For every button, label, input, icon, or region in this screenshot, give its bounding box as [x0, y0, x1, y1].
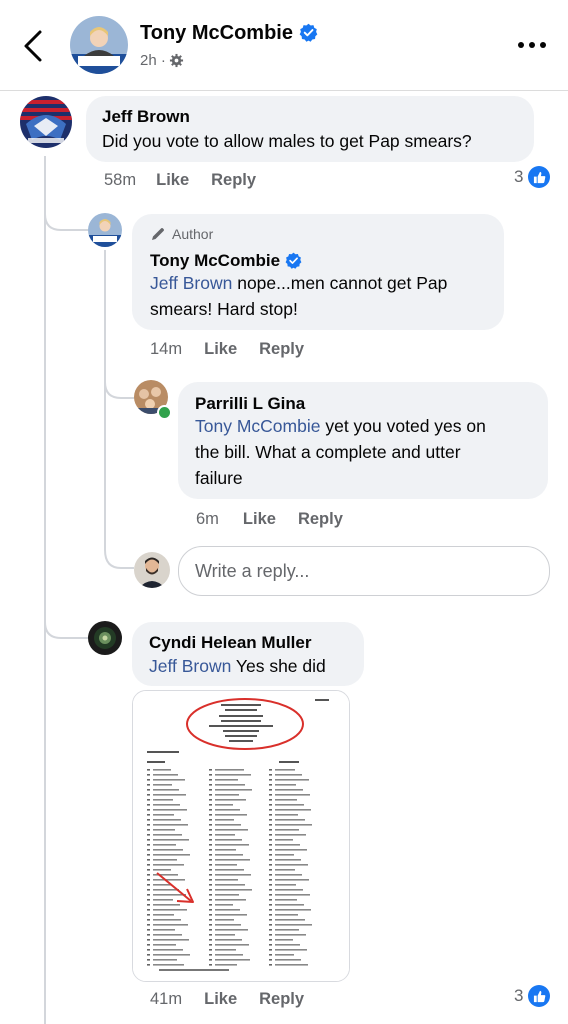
- mention-link[interactable]: Jeff Brown: [149, 656, 231, 676]
- author-name[interactable]: Tony McCombie: [140, 22, 318, 45]
- tony-mccombie-actions: 14m Like Reply: [150, 340, 326, 359]
- reaction-count: 3: [514, 986, 524, 1005]
- commenter-name[interactable]: Jeff Brown: [102, 107, 190, 127]
- comment-text-line2: smears! Hard stop!: [150, 299, 298, 319]
- author-name-text[interactable]: Tony McCombie: [140, 22, 293, 44]
- commenter-name[interactable]: Parrilli L Gina: [195, 394, 305, 414]
- jeff-brown-actions: 58m Like Reply: [104, 171, 278, 190]
- pencil-icon: [152, 228, 164, 240]
- comment-text-line1: yet you voted yes on: [320, 416, 486, 436]
- thread-connector-replybox: [104, 540, 134, 569]
- cyndi-muller-comment-bubble[interactable]: Cyndi Helean Muller Jeff Brown Yes she d…: [132, 622, 364, 686]
- comment-text: Tony McCombie yet you voted yes on the b…: [195, 413, 486, 491]
- cyndi-muller-reactions[interactable]: 3: [514, 985, 551, 1007]
- mention-link[interactable]: Jeff Brown: [150, 273, 232, 293]
- comment-text: Jeff Brown nope...men cannot get Pap sme…: [150, 270, 447, 322]
- cyndi-muller-actions: 41m Like Reply: [150, 990, 326, 1009]
- cyndi-muller-avatar[interactable]: [88, 621, 122, 655]
- reply-input[interactable]: Write a reply...: [178, 546, 550, 596]
- jeff-brown-comment-bubble[interactable]: Jeff Brown Did you vote to allow males t…: [86, 96, 534, 162]
- thread-connector-cyndi: [44, 608, 88, 639]
- author-badge-label: Author: [172, 226, 214, 242]
- commenter-name[interactable]: Tony McCombie: [150, 251, 302, 271]
- comment-time[interactable]: 6m: [196, 510, 219, 529]
- tony-mccombie-avatar[interactable]: [88, 213, 122, 247]
- parrilli-gina-actions: 6m Like Reply: [196, 510, 365, 529]
- verified-badge-icon: [299, 23, 317, 42]
- commenter-name[interactable]: Cyndi Helean Muller: [149, 633, 311, 653]
- tony-mccombie-comment-bubble[interactable]: Author Tony McCombie Jeff Brown nope...m…: [132, 214, 504, 330]
- reply-button[interactable]: Reply: [259, 990, 304, 1009]
- post-meta: 2h ·: [140, 52, 184, 69]
- reply-button[interactable]: Reply: [298, 510, 343, 529]
- post-time: 2h ·: [140, 52, 166, 69]
- comment-text: Did you vote to allow males to get Pap s…: [102, 131, 472, 151]
- attached-document-image[interactable]: [132, 690, 350, 982]
- comment-text-line1: nope...men cannot get Pap: [232, 273, 448, 293]
- like-button[interactable]: Like: [156, 171, 189, 190]
- parrilli-gina-comment-bubble[interactable]: Parrilli L Gina Tony McCombie yet you vo…: [178, 382, 548, 499]
- like-reaction-icon: [528, 166, 551, 188]
- jeff-brown-reactions[interactable]: 3: [514, 166, 551, 188]
- comment-text: Jeff Brown Yes she did: [149, 653, 326, 679]
- thread-connector-gina: [104, 372, 136, 399]
- like-reaction-icon: [528, 985, 551, 1007]
- more-dots-icon[interactable]: [512, 34, 552, 56]
- like-button[interactable]: Like: [243, 510, 276, 529]
- verified-badge-icon: [285, 252, 302, 269]
- commenter-name-text[interactable]: Tony McCombie: [150, 251, 280, 270]
- like-button[interactable]: Like: [204, 990, 237, 1009]
- thread-connector-tony: [44, 200, 88, 231]
- header-divider: [0, 90, 568, 91]
- comment-time[interactable]: 58m: [104, 171, 136, 190]
- gear-icon: [169, 53, 183, 68]
- comment-text-line2: the bill. What a complete and utter: [195, 442, 461, 462]
- chevron-left-icon[interactable]: [16, 26, 52, 66]
- reply-input-placeholder[interactable]: Write a reply...: [195, 561, 309, 582]
- author-badge: Author: [150, 226, 213, 242]
- jeff-brown-avatar[interactable]: [20, 96, 72, 148]
- mention-link[interactable]: Tony McCombie: [195, 416, 320, 436]
- current-user-avatar: [134, 552, 170, 588]
- author-avatar[interactable]: [70, 16, 128, 74]
- reply-button[interactable]: Reply: [259, 340, 304, 359]
- like-button[interactable]: Like: [204, 340, 237, 359]
- online-status-icon: [157, 405, 172, 420]
- comment-text-line3: failure: [195, 468, 243, 488]
- thread-line-main: [44, 156, 46, 1024]
- comment-text-main: Yes she did: [231, 656, 326, 676]
- comment-time[interactable]: 14m: [150, 340, 182, 359]
- reaction-count: 3: [514, 167, 524, 186]
- reply-button[interactable]: Reply: [211, 171, 256, 190]
- comment-time[interactable]: 41m: [150, 990, 182, 1009]
